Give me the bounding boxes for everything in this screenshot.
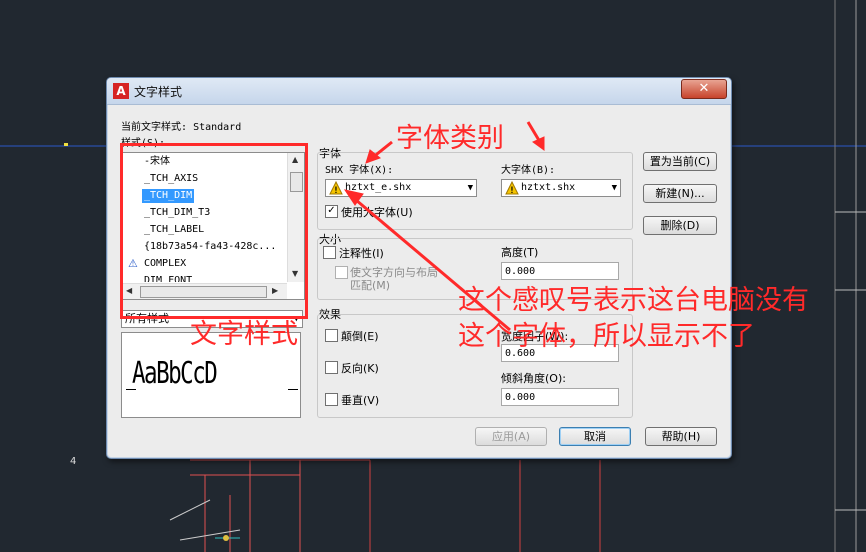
annotation-note-line1: 这个感叹号表示这台电脑没有 [458,285,809,316]
annotation-text-style: 文字样式 [190,319,298,350]
annotation-note-line2: 这个字体，所以显示不了 [458,321,755,352]
annotation-font-type: 字体类别 [396,123,504,154]
annotation-arrows [343,121,545,332]
